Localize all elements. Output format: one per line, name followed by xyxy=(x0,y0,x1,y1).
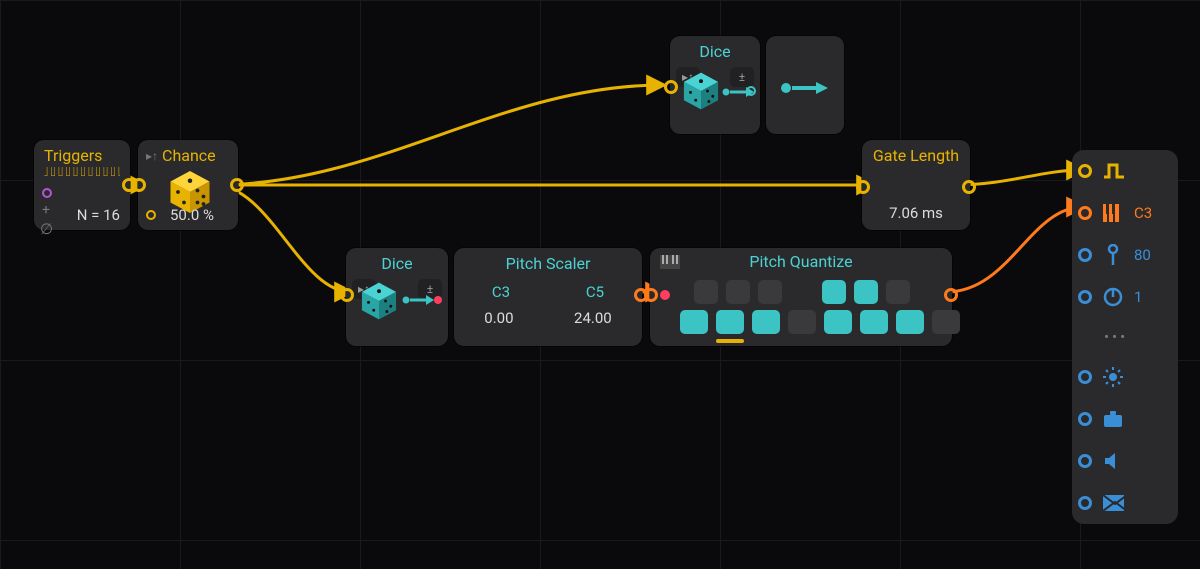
quantize-lower-key[interactable] xyxy=(896,310,924,334)
output-row-channel[interactable]: 1 xyxy=(1078,286,1170,308)
dice-top-aux-port[interactable] xyxy=(746,86,756,96)
output-velocity-label: 80 xyxy=(1134,246,1160,264)
gate-length-node[interactable]: Gate Length 7.06 ms xyxy=(862,140,970,230)
chance-output-port[interactable] xyxy=(230,178,244,192)
keyboard-icon xyxy=(1102,202,1124,224)
triggers-node[interactable]: Triggers ⎍⎍⎍⎍⎍⎍⎍⎍⎍⎍⎍⎍ + ∅ N = 16 xyxy=(34,140,130,230)
dice-icon xyxy=(680,70,722,112)
quantize-lower-key[interactable] xyxy=(716,310,744,334)
gate-length-value[interactable]: 7.06 ms xyxy=(862,204,970,222)
briefcase-icon xyxy=(1102,408,1124,430)
ellipsis-icon[interactable]: ••• xyxy=(1104,328,1170,346)
dice-bottom-title: Dice xyxy=(346,248,448,275)
chance-title: Chance xyxy=(162,146,216,165)
active-key-indicator xyxy=(716,339,744,343)
pitch-scaler-max-val[interactable]: 24.00 xyxy=(574,309,612,327)
output-row-fx2[interactable] xyxy=(1078,408,1170,430)
quantize-upper-key[interactable] xyxy=(886,280,910,304)
quantize-lower-key[interactable] xyxy=(680,310,708,334)
dice-icon xyxy=(358,280,400,322)
envelope-icon xyxy=(1102,492,1124,514)
dice-bottom-input-port[interactable] xyxy=(340,288,354,302)
gate-length-title: Gate Length xyxy=(862,140,970,167)
node-graph-canvas[interactable]: Triggers ⎍⎍⎍⎍⎍⎍⎍⎍⎍⎍⎍⎍ + ∅ N = 16 ▸↑ Chan… xyxy=(0,0,1200,569)
pitch-scaler-title: Pitch Scaler xyxy=(454,248,642,275)
quantize-lower-key[interactable] xyxy=(860,310,888,334)
pulse-icon xyxy=(1102,160,1124,182)
output-port-pitch[interactable] xyxy=(1078,206,1092,220)
pitch-quantize-input-port[interactable] xyxy=(644,288,658,302)
gate-length-input-port[interactable] xyxy=(856,180,870,194)
quantize-upper-key[interactable] xyxy=(822,280,846,304)
pitch-quantize-node[interactable]: Pitch Quantize xyxy=(650,248,952,346)
quantize-upper-key[interactable] xyxy=(758,280,782,304)
speaker-icon xyxy=(1102,450,1124,472)
triggers-title: Triggers xyxy=(34,140,130,167)
output-panel[interactable]: C3 80 1 ••• xyxy=(1072,150,1178,524)
output-row-fx3[interactable] xyxy=(1078,450,1170,472)
pitch-quantize-output-port[interactable] xyxy=(944,288,958,302)
arrow-signal-icon xyxy=(402,290,442,310)
quantize-lower-key[interactable] xyxy=(788,310,816,334)
quantize-upper-key[interactable] xyxy=(726,280,750,304)
quantize-lower-key[interactable] xyxy=(824,310,852,334)
chance-input-port[interactable] xyxy=(132,178,146,192)
output-pitch-label: C3 xyxy=(1134,204,1160,222)
dice-top-aux-node[interactable] xyxy=(766,36,844,134)
sort-toggle-icon[interactable]: ▸↑ xyxy=(146,149,158,163)
pin-icon xyxy=(1102,244,1124,266)
arrow-signal-icon xyxy=(780,78,832,98)
gate-length-output-port[interactable] xyxy=(962,180,976,194)
input-dot-icon xyxy=(660,290,670,300)
triggers-waveform: ⎍⎍⎍⎍⎍⎍⎍⎍⎍⎍⎍⎍ xyxy=(44,167,120,179)
quantize-lower-key[interactable] xyxy=(932,310,960,334)
dice-top-input-port[interactable] xyxy=(664,80,678,94)
quantize-upper-key[interactable] xyxy=(854,280,878,304)
keyboard-icon xyxy=(660,255,680,269)
pitch-scaler-min-val[interactable]: 0.00 xyxy=(484,309,513,327)
plus-icon[interactable]: + xyxy=(42,202,50,218)
triggers-N-value[interactable]: N = 16 xyxy=(77,206,120,224)
dice-bottom-node[interactable]: Dice ▸↑ ± xyxy=(346,248,448,346)
output-row-velocity[interactable]: 80 xyxy=(1078,244,1170,266)
dice-top-node[interactable]: Dice ▸↑ ± xyxy=(670,36,760,134)
triggers-port-aux[interactable] xyxy=(42,188,52,198)
output-port-fx2[interactable] xyxy=(1078,412,1092,426)
output-row-fx1[interactable] xyxy=(1078,366,1170,388)
quantize-upper-key[interactable] xyxy=(694,280,718,304)
pitch-quantize-title: Pitch Quantize xyxy=(688,252,914,271)
chance-node[interactable]: ▸↑ Chance 50.0 % xyxy=(138,140,238,230)
output-row-pitch[interactable]: C3 xyxy=(1078,202,1170,224)
dial-icon xyxy=(1102,286,1124,308)
pitch-scaler-min-note[interactable]: C3 xyxy=(492,283,510,301)
chance-value[interactable]: 50.0 % xyxy=(170,206,214,224)
pitch-scaler-max-note[interactable]: C5 xyxy=(586,283,604,301)
output-port-fx1[interactable] xyxy=(1078,370,1092,384)
quantize-lower-key[interactable] xyxy=(752,310,780,334)
output-port-channel[interactable] xyxy=(1078,290,1092,304)
sun-icon xyxy=(1102,366,1124,388)
output-port-fx3[interactable] xyxy=(1078,454,1092,468)
pitch-scaler-node[interactable]: Pitch Scaler C3 C5 0.00 24.00 xyxy=(454,248,642,346)
output-row-trigger[interactable] xyxy=(1078,160,1170,182)
output-row-fx4[interactable] xyxy=(1078,492,1170,514)
output-port-velocity[interactable] xyxy=(1078,248,1092,262)
output-port-trigger[interactable] xyxy=(1078,164,1092,178)
dice-top-title: Dice xyxy=(670,36,760,63)
output-channel-label: 1 xyxy=(1134,288,1160,306)
null-icon[interactable]: ∅ xyxy=(40,220,53,238)
chance-mod-port[interactable] xyxy=(146,210,156,220)
output-port-fx4[interactable] xyxy=(1078,496,1092,510)
